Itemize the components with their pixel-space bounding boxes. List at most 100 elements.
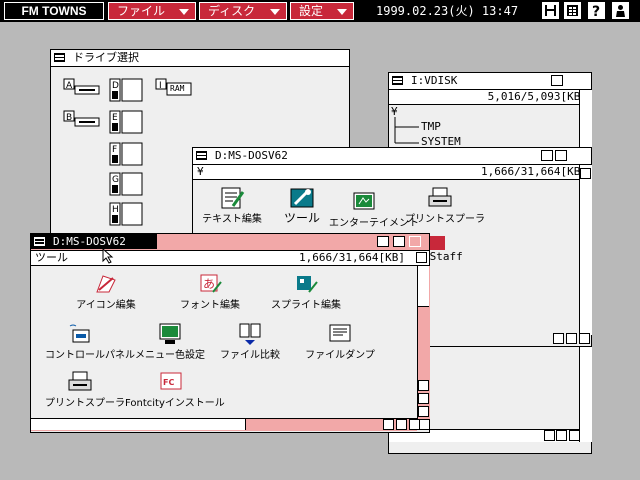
disk-usage: 1,666/31,664[KB] xyxy=(299,251,405,264)
scroll-up-icon[interactable] xyxy=(580,168,591,179)
svg-text:H: H xyxy=(112,205,119,215)
icon-editor-icon xyxy=(96,275,116,293)
file-compare-app[interactable]: ファイル比較 xyxy=(215,322,285,362)
ram-label: RAM xyxy=(170,84,185,93)
drive-g[interactable]: G xyxy=(109,172,145,199)
scroll-up-icon[interactable] xyxy=(418,380,429,391)
scroll-left-icon[interactable] xyxy=(553,333,564,344)
msdos-back-titlebar[interactable]: D:MS-DOSV62 xyxy=(193,148,591,165)
copy-icon[interactable] xyxy=(409,236,421,247)
drive-window-titlebar[interactable]: ドライブ選択 xyxy=(51,50,349,67)
scroll-right-icon[interactable] xyxy=(396,419,407,430)
window-menu-icon[interactable] xyxy=(54,53,65,62)
icon-label: アイコン編集 xyxy=(76,300,136,311)
icon-label: テキスト編集 xyxy=(202,214,262,225)
path-menu-icon[interactable] xyxy=(416,252,427,263)
icon-label: コントロールパネル xyxy=(45,350,135,361)
control-panel-icon xyxy=(69,324,90,343)
svg-text:FC: FC xyxy=(163,378,174,387)
icon-label: スプライト編集 xyxy=(271,300,341,311)
drive-e[interactable]: E xyxy=(109,110,145,137)
icon-label: Fontcityインストール xyxy=(125,398,225,409)
fontcity-install-app[interactable]: FC Fontcityインストール xyxy=(125,370,225,410)
svg-text:B: B xyxy=(66,113,72,123)
drive-f[interactable]: F xyxy=(109,142,145,169)
clock: 1999.02.23(火) 13:47 xyxy=(376,4,519,18)
vdisk-window-titlebar[interactable]: I:VDISK xyxy=(389,73,591,90)
scroll-right-icon[interactable] xyxy=(556,430,567,441)
menu-color-app[interactable]: メニュー色設定 xyxy=(135,322,205,362)
tools-icon xyxy=(290,188,314,208)
top-menu-bar: FM TOWNS ファイル ディスク 設定 1999.02.23(火) 13:4… xyxy=(0,0,640,22)
entertainment-icon xyxy=(353,192,375,210)
svg-text:あ: あ xyxy=(203,277,215,291)
user-icon[interactable] xyxy=(612,2,629,19)
drive-d[interactable]: D xyxy=(109,78,145,105)
file-compare-icon xyxy=(239,323,261,345)
drive-h[interactable]: H xyxy=(109,202,145,229)
msdos-back-vertical-scrollbar[interactable] xyxy=(579,165,592,335)
window-title: D:MS-DOSV62 xyxy=(215,149,288,162)
msdos-front-titlebar[interactable]: D:MS-DOSV62 xyxy=(31,234,429,251)
fontcity-icon: FC xyxy=(160,372,182,390)
icon-label: ファイル比較 xyxy=(220,350,280,361)
drive-i-ramdisk[interactable]: I RAM xyxy=(155,78,195,101)
print-spooler-app[interactable]: プリントスプーラ xyxy=(405,186,485,226)
scroll-left-icon[interactable] xyxy=(544,430,555,441)
text-editor-icon xyxy=(221,187,245,209)
menu-file[interactable]: ファイル xyxy=(108,2,196,20)
tile-icon[interactable] xyxy=(541,150,553,161)
window-title: ドライブ選択 xyxy=(73,51,139,64)
sprite-editor-app[interactable]: スプライト編集 xyxy=(271,272,341,312)
dropdown-arrow-icon xyxy=(179,9,189,15)
resize-icon[interactable] xyxy=(419,419,430,430)
save-icon[interactable] xyxy=(542,2,559,19)
drive-b[interactable]: B xyxy=(63,110,103,131)
fm-towns-logo: FM TOWNS xyxy=(4,2,104,20)
maximize-icon[interactable] xyxy=(393,236,405,247)
entertainment-folder[interactable]: エンターテイメント xyxy=(329,190,419,230)
scroll-up-icon-2[interactable] xyxy=(418,393,429,404)
text-editor-app[interactable]: テキスト編集 xyxy=(197,186,267,226)
tools-folder[interactable]: ツール xyxy=(267,186,337,225)
menu-settings[interactable]: 設定 xyxy=(290,2,354,20)
icon-label: プリントスプーラ xyxy=(405,214,485,225)
drive-a[interactable]: A xyxy=(63,78,103,99)
printer-icon xyxy=(428,187,452,207)
msdos-back-path-bar: ¥ 1,666/31,664[KB] xyxy=(193,165,591,180)
msdos-front-horizontal-scrollbar[interactable] xyxy=(31,418,417,431)
tree-item-tmp[interactable]: TMP xyxy=(421,120,441,134)
window-menu-icon[interactable] xyxy=(392,76,403,85)
maximize-icon[interactable] xyxy=(555,150,567,161)
control-panel-app[interactable]: コントロールパネル xyxy=(45,322,135,362)
dropdown-arrow-icon xyxy=(337,9,347,15)
tile-icon[interactable] xyxy=(377,236,389,247)
grid-icon[interactable] xyxy=(564,2,581,19)
window-menu-icon[interactable] xyxy=(34,237,45,246)
icon-label: ファイルダンプ xyxy=(305,350,375,361)
scroll-down-icon[interactable] xyxy=(418,406,429,417)
menu-disk[interactable]: ディスク xyxy=(199,2,287,20)
print-spooler-app[interactable]: プリントスプーラ xyxy=(45,370,125,410)
vertical-scroll-thumb[interactable] xyxy=(418,266,429,307)
current-path: ¥ xyxy=(197,165,204,178)
window-menu-icon[interactable] xyxy=(196,151,207,160)
resize-icon[interactable] xyxy=(579,333,590,344)
icon-editor-app[interactable]: アイコン編集 xyxy=(71,272,141,312)
msdos-front-path-bar: ツール 1,666/31,664[KB] xyxy=(31,251,429,266)
scroll-right-icon[interactable] xyxy=(566,333,577,344)
msdos-front-window: D:MS-DOSV62 ツール 1,666/31,664[KB] アイコン編集 … xyxy=(30,233,430,433)
printer-icon xyxy=(68,371,92,391)
horizontal-scroll-thumb[interactable] xyxy=(31,419,246,430)
window-title: D:MS-DOSV62 xyxy=(53,235,126,248)
mouse-cursor-icon xyxy=(102,248,114,264)
sprite-editor-icon xyxy=(297,276,318,293)
resize-icon[interactable] xyxy=(569,430,580,441)
font-editor-app[interactable]: あ フォント編集 xyxy=(175,272,245,312)
menu-file-label: ファイル xyxy=(117,4,166,18)
maximize-icon[interactable] xyxy=(551,75,563,86)
help-icon[interactable]: ? xyxy=(588,2,605,20)
scroll-left-icon[interactable] xyxy=(383,419,394,430)
icon-label: フォント編集 xyxy=(180,300,240,311)
file-dump-app[interactable]: ファイルダンプ xyxy=(305,322,375,362)
